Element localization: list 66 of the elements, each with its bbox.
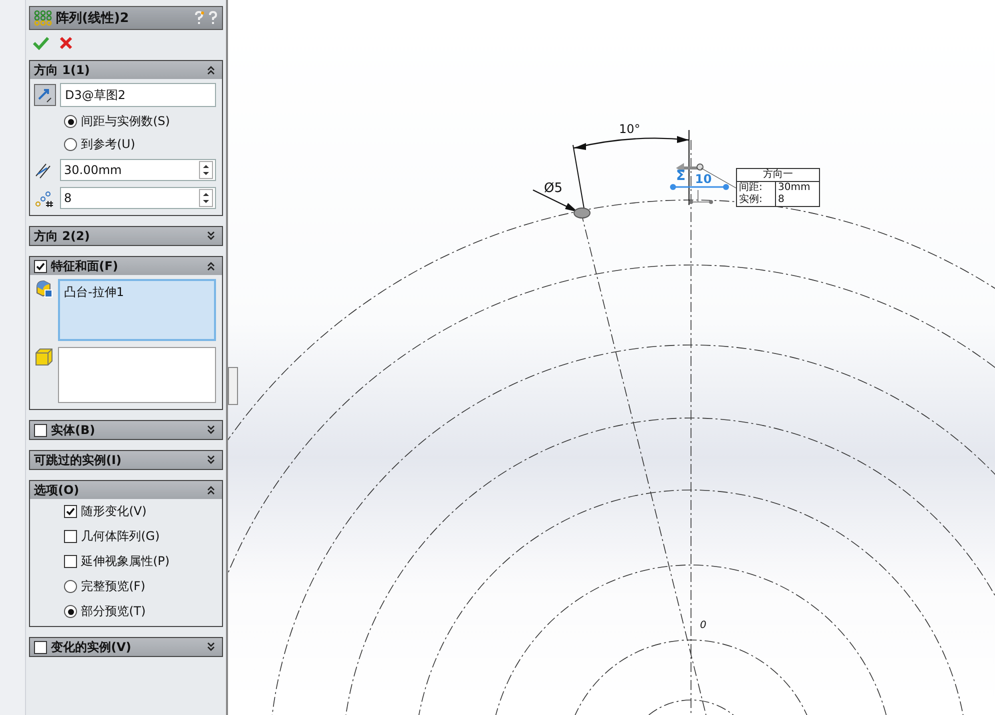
help-icon[interactable] xyxy=(208,11,218,25)
radio-button[interactable] xyxy=(64,115,77,128)
checkbox[interactable] xyxy=(34,260,47,272)
tooltip-label: 实例: xyxy=(738,194,764,206)
section-title: 特征和面(F) xyxy=(51,258,120,274)
feature-list[interactable]: 凸台-拉伸1 xyxy=(58,279,216,341)
radio-label: 间距与实例数(S) xyxy=(81,113,170,130)
section-title: 选项(O) xyxy=(34,482,80,498)
panel-title: 阵列(线性)2 xyxy=(56,10,130,27)
checkbox[interactable] xyxy=(34,640,47,654)
section-title: 变化的实例(V) xyxy=(51,638,132,656)
tooltip-label: 间距: xyxy=(738,182,764,194)
section-header[interactable]: 实体(B) xyxy=(30,421,222,439)
expand-icon[interactable] xyxy=(206,425,216,435)
section-header[interactable]: 方向 1(1) xyxy=(30,61,222,79)
diameter-dimension-text: Ø5 xyxy=(544,181,563,196)
checkbox-label: 几何体阵列(G) xyxy=(81,528,160,545)
cancel-x-icon[interactable] xyxy=(59,36,73,50)
section-title: 方向 1(1) xyxy=(34,62,91,78)
section-header[interactable]: 可跳过的实例(I) xyxy=(30,451,222,469)
origin-label: 0 xyxy=(700,620,706,631)
expand-icon[interactable] xyxy=(206,455,216,465)
radio-button[interactable] xyxy=(64,138,77,151)
pattern-direction-handle[interactable] xyxy=(670,184,729,204)
whats-new-help-icon[interactable] xyxy=(194,11,204,25)
hole-marker xyxy=(574,208,590,218)
checkbox[interactable] xyxy=(64,530,77,543)
panel-collapse-handle[interactable] xyxy=(228,367,238,405)
linear-pattern-icon xyxy=(34,10,52,26)
section-header[interactable]: 特征和面(F) xyxy=(30,257,222,275)
pattern-count-text[interactable]: 10 xyxy=(695,172,712,186)
feature-icon xyxy=(34,279,54,299)
checkbox[interactable] xyxy=(34,424,47,436)
face-list[interactable] xyxy=(58,347,216,403)
section-header[interactable]: 选项(O) xyxy=(30,481,222,499)
tooltip-value: 30mm xyxy=(775,182,819,194)
collapse-icon[interactable] xyxy=(206,261,216,271)
checkbox-label: 延伸视象属性(P) xyxy=(81,553,170,570)
tooltip-value: 8 xyxy=(775,194,819,206)
expand-icon[interactable] xyxy=(206,642,216,652)
pattern-symbol[interactable]: Σ xyxy=(676,168,686,184)
spacing-field[interactable]: 30.00mm xyxy=(60,159,216,181)
checkbox[interactable] xyxy=(64,505,77,518)
ok-check-icon[interactable] xyxy=(33,36,49,50)
radio-label: 完整预览(F) xyxy=(81,578,146,595)
section-header[interactable]: 变化的实例(V) xyxy=(30,638,222,656)
radio-label: 部分预览(T) xyxy=(81,603,146,620)
instance-count-field[interactable]: 8 xyxy=(60,187,216,209)
checkbox[interactable] xyxy=(64,555,77,568)
checkbox-label: 随形变化(V) xyxy=(81,503,147,520)
expand-icon[interactable] xyxy=(206,231,216,241)
radio-label: 到参考(U) xyxy=(81,136,136,153)
section-title: 方向 2(2) xyxy=(34,228,91,244)
direction-reference-field[interactable]: D3@草图2 xyxy=(60,83,216,107)
cube-icon xyxy=(34,347,54,367)
section-title: 实体(B) xyxy=(51,422,96,438)
direction-arrow-icon[interactable] xyxy=(676,163,736,188)
tooltip-title: 方向一 xyxy=(737,169,819,182)
section-header[interactable]: 方向 2(2) xyxy=(30,227,222,245)
angle-dimension-text: 10° xyxy=(619,122,640,136)
radio-button[interactable] xyxy=(64,580,77,593)
collapse-icon[interactable] xyxy=(206,485,216,495)
radio-button[interactable] xyxy=(64,605,77,618)
collapse-icon[interactable] xyxy=(206,65,216,75)
section-title: 可跳过的实例(I) xyxy=(34,452,122,468)
feature-item[interactable]: 凸台-拉伸1 xyxy=(64,284,210,301)
